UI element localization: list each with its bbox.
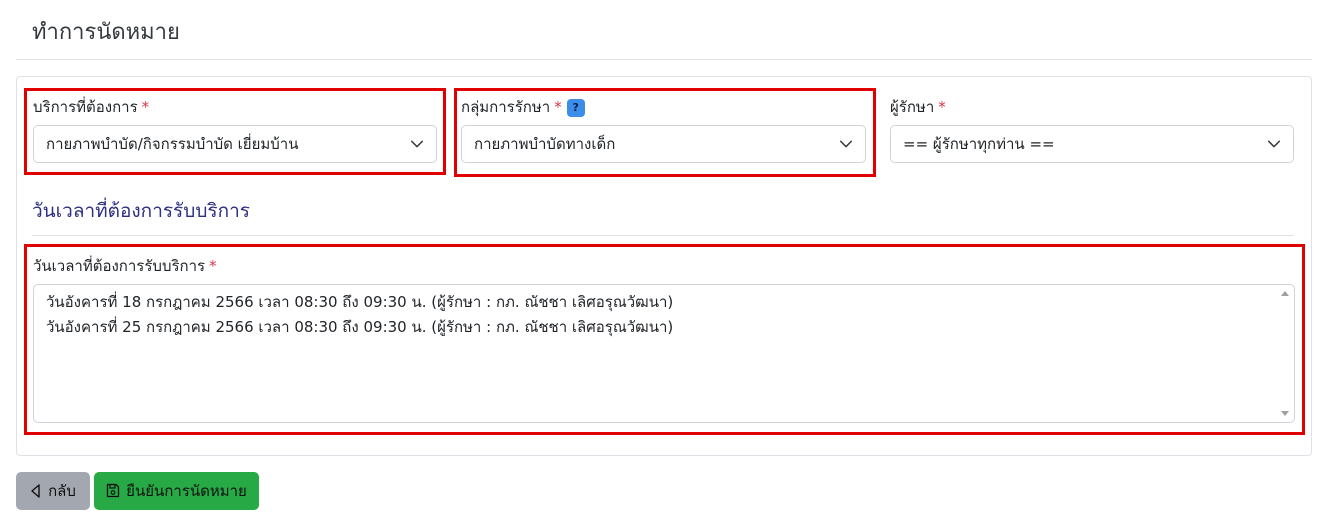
section-divider xyxy=(32,235,1294,236)
schedule-section-heading: วันเวลาที่ต้องการรับบริการ xyxy=(32,200,250,222)
schedule-line: วันอังคารที่ 25 กรกฎาคม 2566 เวลา 08:30 … xyxy=(46,318,674,336)
therapist-select-value: == ผู้รักษาทุกท่าน == xyxy=(903,135,1055,153)
therapist-select[interactable]: == ผู้รักษาทุกท่าน == xyxy=(890,125,1294,163)
schedule-label-text: วันเวลาที่ต้องการรับบริการ xyxy=(33,257,206,275)
back-button[interactable]: กลับ xyxy=(16,472,90,510)
scroll-up-arrow-icon[interactable] xyxy=(1281,291,1289,296)
title-divider xyxy=(16,59,1312,60)
chevron-down-icon xyxy=(1267,140,1281,148)
required-mark: * xyxy=(209,257,217,275)
group-select-value: กายภาพบำบัดทางเด็ก xyxy=(474,135,616,153)
required-mark: * xyxy=(554,98,562,116)
save-icon xyxy=(107,483,120,498)
therapist-label: ผู้รักษา * xyxy=(890,95,946,119)
scroll-down-arrow-icon[interactable] xyxy=(1281,411,1289,416)
service-label: บริการที่ต้องการ * xyxy=(33,95,149,119)
group-select[interactable]: กายภาพบำบัดทางเด็ก xyxy=(461,125,866,163)
schedule-line: วันอังคารที่ 18 กรกฎาคม 2566 เวลา 08:30 … xyxy=(46,293,674,311)
confirm-appointment-button[interactable]: ยืนยันการนัดหมาย xyxy=(94,472,259,510)
back-button-label: กลับ xyxy=(48,482,76,500)
schedule-label: วันเวลาที่ต้องการรับบริการ * xyxy=(33,254,217,278)
schedule-textarea[interactable]: วันอังคารที่ 18 กรกฎาคม 2566 เวลา 08:30 … xyxy=(33,284,1295,423)
chevron-down-icon xyxy=(410,140,424,148)
therapist-label-text: ผู้รักษา xyxy=(890,98,935,116)
group-label-text: กลุ่มการรักษา xyxy=(461,98,551,116)
caret-left-icon xyxy=(31,484,40,498)
confirm-button-label: ยืนยันการนัดหมาย xyxy=(126,482,247,500)
chevron-down-icon xyxy=(839,140,853,148)
page-title: ทำการนัดหมาย xyxy=(32,20,180,45)
required-mark: * xyxy=(938,98,946,116)
service-select[interactable]: กายภาพบำบัด/กิจกรรมบำบัด เยี่ยมบ้าน xyxy=(33,125,437,163)
question-icon[interactable]: ? xyxy=(566,99,585,117)
service-label-text: บริการที่ต้องการ xyxy=(33,98,138,116)
service-select-value: กายภาพบำบัด/กิจกรรมบำบัด เยี่ยมบ้าน xyxy=(46,135,299,153)
group-label: กลุ่มการรักษา *? xyxy=(461,95,585,119)
required-mark: * xyxy=(141,98,150,116)
